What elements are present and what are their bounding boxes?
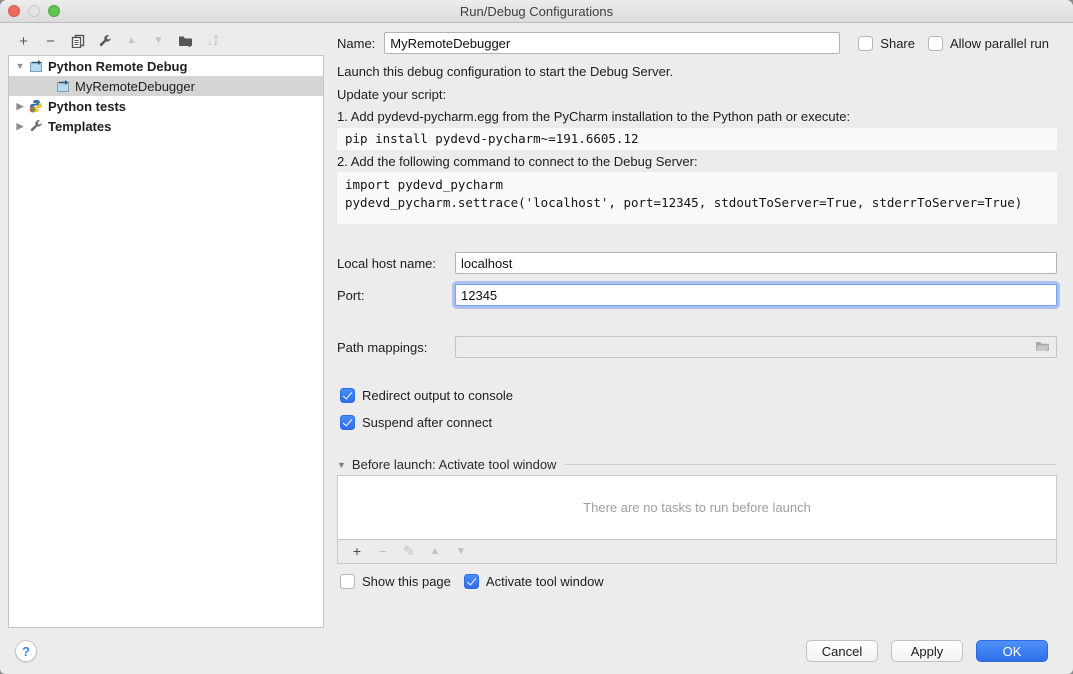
python-tests-icon — [28, 98, 44, 114]
path-mappings-label: Path mappings: — [337, 340, 455, 355]
tree-item-label: Templates — [48, 119, 111, 134]
show-this-page-label: Show this page — [362, 574, 451, 589]
share-label: Share — [880, 36, 915, 51]
chevron-right-icon[interactable]: ▶ — [12, 101, 28, 112]
move-up-button: ▲ — [118, 30, 145, 52]
suspend-after-connect-checkbox[interactable] — [340, 415, 355, 430]
move-task-up-button: ▲ — [422, 546, 448, 557]
chevron-down-icon[interactable]: ▼ — [337, 460, 346, 470]
edit-templates-wrench-icon[interactable] — [91, 30, 118, 52]
help-button[interactable]: ? — [15, 640, 37, 662]
configurations-tree: ▼ Python Remote Debug MyRemoteDebugger ▶… — [8, 55, 324, 628]
cancel-button[interactable]: Cancel — [806, 640, 878, 662]
name-label: Name: — [337, 36, 375, 51]
new-folder-icon[interactable] — [172, 30, 199, 52]
local-host-row: Local host name: — [337, 252, 1057, 274]
tree-item-label: Python Remote Debug — [48, 59, 187, 74]
move-task-down-button: ▼ — [448, 546, 474, 557]
path-mappings-field-wrap — [455, 336, 1057, 358]
show-this-page-checkbox[interactable] — [340, 574, 355, 589]
chevron-right-icon[interactable]: ▶ — [12, 121, 28, 132]
empty-tasks-text: There are no tasks to run before launch — [583, 500, 811, 515]
activate-tool-window-label: Activate tool window — [486, 574, 604, 589]
update-script-text: Update your script: — [337, 87, 446, 103]
minimize-window-button — [28, 5, 40, 17]
redirect-output-row[interactable]: Redirect output to console — [340, 388, 513, 403]
name-input[interactable] — [384, 32, 840, 54]
sort-alphabetically-icon: ↓az — [199, 30, 226, 52]
configurations-toolbar: + − ▲ ▼ ↓az — [10, 29, 226, 53]
page-options-row: Show this page Activate tool window — [340, 574, 604, 589]
tree-item-python-remote-debug[interactable]: ▼ Python Remote Debug — [9, 56, 323, 76]
question-mark-icon: ? — [22, 644, 30, 659]
remote-debug-config-icon — [55, 78, 71, 94]
redirect-output-checkbox[interactable] — [340, 388, 355, 403]
apply-button[interactable]: Apply — [891, 640, 963, 662]
add-configuration-button[interactable]: + — [10, 30, 37, 52]
zoom-window-button[interactable] — [48, 5, 60, 17]
port-label: Port: — [337, 288, 455, 303]
remove-task-button: − — [370, 543, 396, 559]
before-launch-task-list[interactable]: There are no tasks to run before launch — [337, 475, 1057, 540]
settrace-code-line2: pydevd_pycharm.settrace('localhost', por… — [345, 195, 1022, 210]
run-debug-configurations-dialog: Run/Debug Configurations + − ▲ ▼ ↓az ▼ P… — [0, 0, 1073, 674]
add-task-button[interactable]: + — [344, 543, 370, 559]
step1-text: 1. Add pydevd-pycharm.egg from the PyCha… — [337, 109, 850, 125]
settrace-code[interactable]: import pydevd_pycharm pydevd_pycharm.set… — [337, 172, 1057, 224]
local-host-input[interactable] — [455, 252, 1057, 274]
path-mappings-row: Path mappings: — [337, 336, 1057, 358]
port-input[interactable] — [455, 284, 1057, 306]
share-checkbox[interactable] — [858, 36, 873, 51]
copy-configuration-icon[interactable] — [64, 30, 91, 52]
pip-install-code[interactable]: pip install pydevd-pycharm~=191.6605.12 — [337, 128, 1057, 150]
before-launch-title: Before launch: Activate tool window — [352, 457, 557, 472]
templates-wrench-icon — [28, 118, 44, 134]
allow-parallel-run-checkbox[interactable] — [928, 36, 943, 51]
settrace-code-line1: import pydevd_pycharm — [345, 177, 503, 192]
activate-tool-window-checkbox[interactable] — [464, 574, 479, 589]
tree-item-label: MyRemoteDebugger — [75, 79, 195, 94]
section-divider — [564, 464, 1057, 465]
remove-configuration-button[interactable]: − — [37, 30, 64, 52]
suspend-after-connect-label: Suspend after connect — [362, 415, 492, 430]
move-down-button: ▼ — [145, 30, 172, 52]
tree-item-templates[interactable]: ▶ Templates — [9, 116, 323, 136]
intro-text: Launch this debug configuration to start… — [337, 64, 673, 80]
dialog-buttons: Cancel Apply OK — [806, 640, 1048, 662]
before-launch-header[interactable]: ▼ Before launch: Activate tool window — [337, 457, 1057, 472]
allow-parallel-run-label: Allow parallel run — [950, 36, 1049, 51]
edit-task-pencil-icon: ✎ — [396, 543, 422, 560]
step2-text: 2. Add the following command to connect … — [337, 154, 698, 170]
title-bar[interactable]: Run/Debug Configurations — [0, 0, 1073, 23]
before-launch-toolbar: + − ✎ ▲ ▼ — [337, 539, 1057, 564]
suspend-after-connect-row[interactable]: Suspend after connect — [340, 415, 492, 430]
close-window-button[interactable] — [8, 5, 20, 17]
name-row: Name: Share Allow parallel run — [337, 32, 1057, 54]
local-host-label: Local host name: — [337, 256, 455, 271]
browse-folder-icon[interactable] — [1035, 340, 1050, 353]
ok-button[interactable]: OK — [976, 640, 1048, 662]
traffic-lights — [8, 5, 60, 17]
remote-debug-config-icon — [28, 58, 44, 74]
window-title: Run/Debug Configurations — [0, 4, 1073, 19]
tree-item-myremotedebugger[interactable]: MyRemoteDebugger — [9, 76, 323, 96]
port-row: Port: — [337, 284, 1057, 306]
tree-item-label: Python tests — [48, 99, 126, 114]
path-mappings-input[interactable] — [455, 336, 1057, 358]
chevron-down-icon[interactable]: ▼ — [12, 61, 28, 71]
tree-item-python-tests[interactable]: ▶ Python tests — [9, 96, 323, 116]
redirect-output-label: Redirect output to console — [362, 388, 513, 403]
